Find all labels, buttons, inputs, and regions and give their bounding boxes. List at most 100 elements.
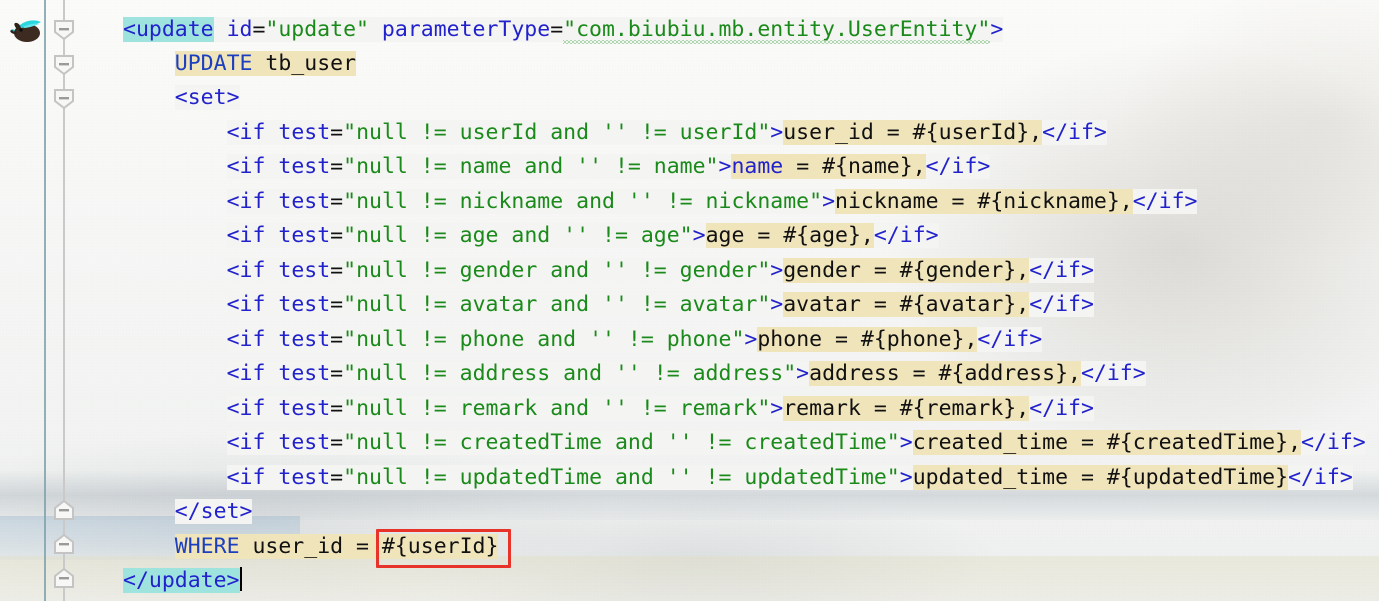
code-token: <if bbox=[226, 154, 266, 179]
code-token: > bbox=[822, 189, 836, 214]
code-token: = bbox=[330, 223, 344, 248]
code-token: "null != remark and '' != remark" bbox=[343, 396, 771, 421]
code-token: > bbox=[990, 17, 1004, 42]
code-token: = bbox=[330, 154, 344, 179]
code-token: phone = #{phone}, bbox=[757, 327, 978, 352]
code-token bbox=[368, 17, 382, 42]
code-token bbox=[265, 465, 279, 490]
red-annotation-rectangle bbox=[376, 529, 511, 568]
code-token: > bbox=[899, 430, 913, 455]
code-line[interactable]: <if test="null != createdTime and '' != … bbox=[226, 426, 1366, 460]
editor-gutter[interactable] bbox=[0, 0, 112, 601]
code-token: <if bbox=[226, 327, 266, 352]
code-token: = bbox=[330, 361, 344, 386]
code-token: <if bbox=[226, 223, 266, 248]
code-token: UPDATE bbox=[174, 51, 253, 76]
code-line[interactable]: UPDATE tb_user bbox=[174, 47, 357, 81]
code-token: test bbox=[278, 120, 331, 145]
code-token: id bbox=[226, 17, 253, 42]
fold-marker-collapse-up[interactable] bbox=[53, 533, 75, 554]
code-token: created_time = #{createdTime}, bbox=[912, 430, 1302, 455]
gutter-separator-line bbox=[44, 0, 46, 601]
code-token: "null != gender and '' != gender" bbox=[343, 258, 771, 283]
code-token bbox=[265, 361, 279, 386]
code-token: address = #{address}, bbox=[809, 361, 1081, 386]
code-token: <if bbox=[226, 120, 266, 145]
code-line[interactable]: <if test="null != nickname and '' != nic… bbox=[226, 185, 1198, 219]
code-token: <if bbox=[226, 361, 266, 386]
code-token: = bbox=[330, 396, 344, 421]
code-token: > bbox=[796, 361, 810, 386]
code-token: </if> bbox=[1288, 465, 1353, 490]
code-line[interactable]: </update> bbox=[123, 564, 242, 598]
code-token: test bbox=[278, 465, 331, 490]
code-token: tb_user bbox=[252, 51, 357, 76]
fold-marker-collapse-down[interactable] bbox=[53, 89, 75, 110]
code-line[interactable]: <if test="null != userId and '' != userI… bbox=[226, 116, 1107, 150]
code-line[interactable]: <if test="null != phone and '' != phone"… bbox=[226, 323, 1043, 357]
code-token bbox=[265, 223, 279, 248]
code-token: </if> bbox=[925, 154, 991, 179]
code-token: updated_time = #{updatedTime} bbox=[912, 465, 1289, 490]
code-token: </if> bbox=[1029, 258, 1094, 283]
code-line[interactable]: <if test="null != avatar and '' != avata… bbox=[226, 288, 1094, 322]
code-token: </if> bbox=[1080, 361, 1146, 386]
code-token: test bbox=[278, 327, 331, 352]
code-token: = bbox=[330, 465, 344, 490]
code-line[interactable]: </set> bbox=[174, 495, 253, 529]
code-token: name bbox=[731, 154, 784, 179]
fold-marker-collapse-up[interactable] bbox=[53, 499, 75, 520]
code-token: remark = #{remark}, bbox=[783, 396, 1030, 421]
code-token: <if bbox=[226, 189, 266, 214]
code-line[interactable]: <if test="null != age and '' != age">age… bbox=[226, 219, 939, 253]
code-token bbox=[265, 292, 279, 317]
code-token: </if> bbox=[977, 327, 1043, 352]
code-token: test bbox=[278, 292, 331, 317]
code-token: <set> bbox=[174, 85, 240, 110]
code-line[interactable]: <if test="null != name and '' != name">n… bbox=[226, 150, 991, 184]
code-token: nickname = #{nickname}, bbox=[835, 189, 1133, 214]
code-token: test bbox=[278, 361, 331, 386]
code-token: </if> bbox=[873, 223, 939, 248]
code-token: </if> bbox=[1042, 120, 1107, 145]
code-line[interactable]: <if test="null != address and '' != addr… bbox=[226, 357, 1146, 391]
code-token: "null != age and '' != age" bbox=[343, 223, 693, 248]
code-token: > bbox=[899, 465, 913, 490]
code-token: > bbox=[770, 396, 784, 421]
code-token bbox=[265, 396, 279, 421]
code-token: "com.biubiu.mb.entity.UserEntity" bbox=[563, 17, 991, 42]
text-caret bbox=[239, 567, 242, 591]
code-token: "null != address and '' != address" bbox=[343, 361, 797, 386]
code-token: = bbox=[330, 292, 344, 317]
code-line[interactable]: <set> bbox=[174, 81, 240, 115]
code-token bbox=[265, 327, 279, 352]
code-token: test bbox=[278, 258, 331, 283]
code-line[interactable]: <if test="null != gender and '' != gende… bbox=[226, 254, 1094, 288]
fold-marker-collapse-down[interactable] bbox=[53, 55, 75, 76]
code-line[interactable]: <if test="null != updatedTime and '' != … bbox=[226, 461, 1353, 495]
code-token bbox=[265, 430, 279, 455]
code-token: = bbox=[330, 258, 344, 283]
code-token: <if bbox=[226, 430, 266, 455]
code-token: <update bbox=[123, 17, 214, 42]
code-token: parameterType bbox=[381, 17, 551, 42]
code-token: WHERE bbox=[174, 534, 240, 559]
code-token: avatar = #{avatar}, bbox=[783, 292, 1030, 317]
code-token bbox=[265, 258, 279, 283]
code-token: = #{name}, bbox=[783, 154, 926, 179]
fold-marker-collapse-up[interactable] bbox=[53, 567, 75, 588]
code-token: user_id = #{userId}, bbox=[783, 120, 1043, 145]
bird-icon[interactable] bbox=[8, 14, 44, 44]
code-token: test bbox=[278, 223, 331, 248]
code-line[interactable]: <if test="null != remark and '' != remar… bbox=[226, 392, 1094, 426]
code-editor-area[interactable]: <update id="update" parameterType="com.b… bbox=[112, 0, 1379, 601]
code-token bbox=[265, 189, 279, 214]
code-token: = bbox=[330, 430, 344, 455]
code-token: </if> bbox=[1132, 189, 1198, 214]
editor-screenshot: <update id="update" parameterType="com.b… bbox=[0, 0, 1379, 601]
code-line[interactable]: <update id="update" parameterType="com.b… bbox=[123, 13, 1004, 47]
code-token: > bbox=[718, 154, 732, 179]
fold-marker-collapse-down[interactable] bbox=[53, 20, 75, 41]
code-token: "null != createdTime and '' != createdTi… bbox=[343, 430, 900, 455]
code-token: </if> bbox=[1029, 396, 1094, 421]
